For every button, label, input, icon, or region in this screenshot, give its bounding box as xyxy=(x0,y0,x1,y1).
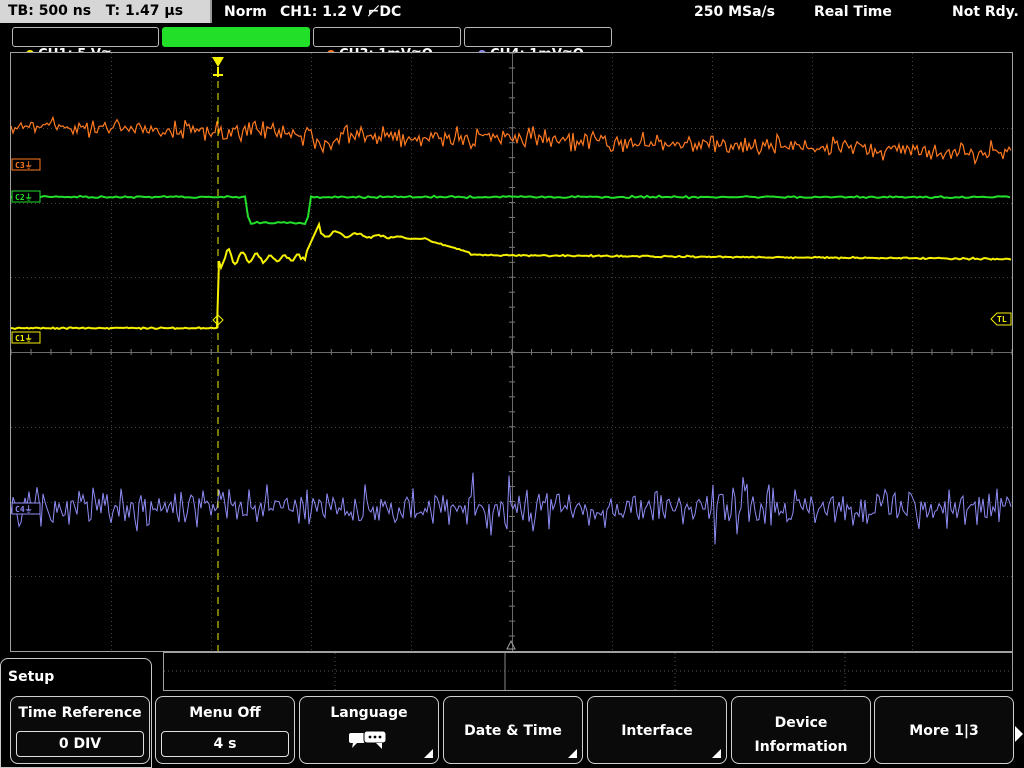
time-reference-label: Time Reference xyxy=(18,705,142,721)
softkey-time-reference[interactable]: Time Reference 0 DIV xyxy=(10,696,150,764)
softkey-date-time[interactable]: Date & Time xyxy=(443,696,583,764)
ch4-ground-marker[interactable]: C4⏚ xyxy=(11,502,41,515)
sample-rate: 250 MSa/s xyxy=(694,4,776,20)
ch4-marker-label: C4⏚ xyxy=(15,505,33,514)
ch3-ground-marker[interactable]: C3⏚ xyxy=(11,158,41,171)
next-page-arrow-icon[interactable] xyxy=(1014,722,1024,746)
ch1-waveform xyxy=(11,221,1012,331)
trigger-mode[interactable]: Norm xyxy=(224,0,267,24)
acquisition-mode: Real Time xyxy=(814,4,892,20)
horizontal-reference-marker xyxy=(506,639,516,650)
menu-off-value[interactable]: 4 s xyxy=(161,731,289,757)
status-bar: TB: 500 ns T: 1.47 µs Norm CH1: 1.2 V ⌐̸… xyxy=(0,0,1024,24)
interface-label: Interface xyxy=(621,723,693,739)
trigger-level-label: TL xyxy=(997,315,1007,324)
ch3-marker-label: C3⏚ xyxy=(15,161,33,170)
ch1-marker-label: C1⏚ xyxy=(15,334,33,343)
speech-bubbles-icon xyxy=(349,730,387,749)
ch2-ground-marker[interactable]: C2⏚ xyxy=(11,190,41,203)
date-time-label: Date & Time xyxy=(464,723,562,739)
tab-ch1[interactable]: CH1: 5 V≅ xyxy=(12,27,159,62)
ch2-waveform xyxy=(11,194,1011,226)
softkey-menu-off[interactable]: Menu Off 4 s xyxy=(155,696,295,764)
graticule-grid xyxy=(11,53,1012,651)
softkey-language[interactable]: Language xyxy=(299,696,439,764)
info-strip xyxy=(163,652,1013,691)
tab-ch2[interactable]: CH2: 20 mV≅Ω xyxy=(162,27,310,62)
timebase-readout[interactable]: TB: 500 ns T: 1.47 µs xyxy=(0,0,212,23)
softkey-interface[interactable]: Interface xyxy=(587,696,727,764)
ch1-ground-marker[interactable]: C1⏚ xyxy=(11,331,41,344)
menu-title: Setup xyxy=(8,669,55,685)
trigger-position-marker[interactable] xyxy=(212,57,224,77)
submenu-indicator-icon xyxy=(424,749,433,758)
trigger-settings[interactable]: CH1: 1.2 V ⌐̸DC xyxy=(280,0,401,24)
tab-ch3[interactable]: CH3: 1mV≅Ω xyxy=(313,27,461,62)
more-label: More 1|3 xyxy=(909,723,979,739)
device-information-label: Device Information xyxy=(754,715,848,755)
menu-off-label: Menu Off xyxy=(189,705,261,721)
waveform-display[interactable]: C3⏚ C2⏚ C1⏚ C4⏚ TL xyxy=(10,52,1013,652)
submenu-indicator-icon xyxy=(712,749,721,758)
time-reference-value[interactable]: 0 DIV xyxy=(16,731,144,757)
submenu-indicator-icon xyxy=(568,749,577,758)
trigger-level-marker[interactable]: TL xyxy=(990,312,1012,326)
softkey-more[interactable]: More 1|3 xyxy=(874,696,1014,764)
ch3-waveform xyxy=(11,115,1012,166)
tab-ch4[interactable]: CH4: 1mV≅Ω xyxy=(464,27,612,62)
ch2-marker-label: C2⏚ xyxy=(15,193,33,202)
acquisition-state: Not Rdy. xyxy=(952,4,1019,20)
softkey-device-information[interactable]: Device Information xyxy=(731,696,871,764)
ch4-waveform xyxy=(11,472,1012,545)
language-label: Language xyxy=(330,705,408,721)
